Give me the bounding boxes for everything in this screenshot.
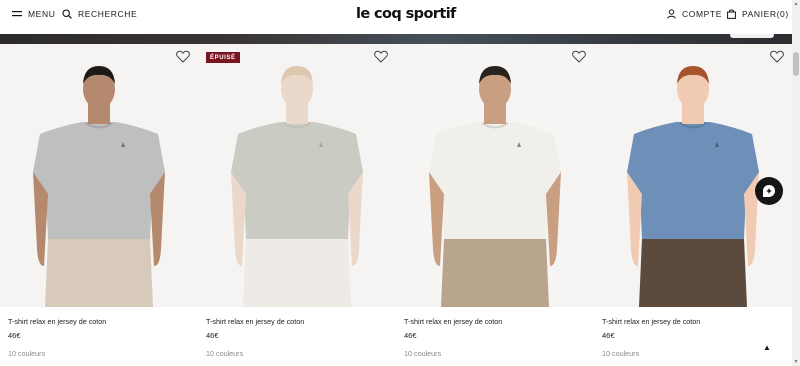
menu-label: MENU: [28, 9, 56, 19]
product-grid: T-shirt relax en jersey de coton 46€ 10 …: [0, 44, 792, 366]
brand-logo[interactable]: le coq sportif: [356, 6, 456, 22]
product-card[interactable]: T-shirt relax en jersey de coton 46€ 10 …: [396, 44, 594, 366]
product-price: 46€: [404, 331, 417, 340]
account-label: COMPTE: [682, 9, 722, 19]
model-photo: [627, 66, 759, 307]
product-price: 46€: [8, 331, 21, 340]
sold-out-badge: ÉPUISÉ: [206, 52, 240, 63]
search-label: RECHERCHE: [78, 9, 138, 19]
cart-label: PANIER(0): [742, 9, 789, 19]
product-color-count[interactable]: 10 couleurs: [602, 349, 784, 358]
heart-icon[interactable]: [176, 50, 190, 63]
model-photo: [231, 66, 363, 307]
cart-button[interactable]: PANIER(0): [727, 9, 789, 19]
model-photo: [33, 66, 165, 307]
search-icon: [62, 9, 72, 19]
product-info: T-shirt relax en jersey de coton 46€ 10 …: [8, 317, 190, 358]
product-info: T-shirt relax en jersey de coton 46€ 10 …: [206, 317, 388, 358]
product-image[interactable]: [594, 44, 792, 307]
site-header: MENU RECHERCHE le coq sportif COMPTE PAN…: [0, 0, 792, 34]
back-to-top-button[interactable]: ▲: [760, 342, 774, 354]
search-button[interactable]: RECHERCHE: [62, 9, 137, 19]
product-name[interactable]: T-shirt relax en jersey de coton: [206, 317, 388, 326]
arrow-up-icon: ▲: [763, 343, 771, 352]
page-scrollbar[interactable]: ▲ ▼: [792, 0, 800, 366]
banner-control[interactable]: [730, 34, 774, 38]
heart-icon[interactable]: [770, 50, 784, 63]
product-name[interactable]: T-shirt relax en jersey de coton: [602, 317, 784, 326]
model-photo: [429, 66, 561, 307]
product-card[interactable]: T-shirt relax en jersey de coton 46€ 10 …: [594, 44, 792, 366]
product-card[interactable]: T-shirt relax en jersey de coton 46€ 10 …: [0, 44, 198, 366]
product-price: 46€: [206, 331, 219, 340]
user-icon: [667, 9, 676, 19]
product-info: T-shirt relax en jersey de coton 46€ 10 …: [404, 317, 586, 358]
product-color-count[interactable]: 10 couleurs: [206, 349, 388, 358]
hamburger-icon: [12, 11, 22, 17]
product-name[interactable]: T-shirt relax en jersey de coton: [404, 317, 586, 326]
hero-banner-strip: [0, 34, 792, 44]
bag-icon: [727, 9, 736, 19]
product-image[interactable]: [198, 44, 396, 307]
scroll-down-arrow[interactable]: ▼: [793, 359, 799, 365]
product-color-count[interactable]: 10 couleurs: [404, 349, 586, 358]
product-color-count[interactable]: 10 couleurs: [8, 349, 190, 358]
heart-icon[interactable]: [572, 50, 586, 63]
product-card[interactable]: ÉPUISÉ T-shirt relax en jersey de coton …: [198, 44, 396, 366]
account-button[interactable]: COMPTE: [667, 9, 722, 19]
product-name[interactable]: T-shirt relax en jersey de coton: [8, 317, 190, 326]
heart-icon[interactable]: [374, 50, 388, 63]
scroll-up-arrow[interactable]: ▲: [793, 1, 799, 7]
product-info: T-shirt relax en jersey de coton 46€ 10 …: [602, 317, 784, 358]
product-price: 46€: [602, 331, 615, 340]
product-image[interactable]: [396, 44, 594, 307]
product-image[interactable]: [0, 44, 198, 307]
chat-button[interactable]: [755, 177, 783, 205]
chat-icon: [763, 185, 775, 197]
menu-button[interactable]: MENU: [12, 9, 55, 19]
scroll-thumb[interactable]: [793, 52, 799, 76]
